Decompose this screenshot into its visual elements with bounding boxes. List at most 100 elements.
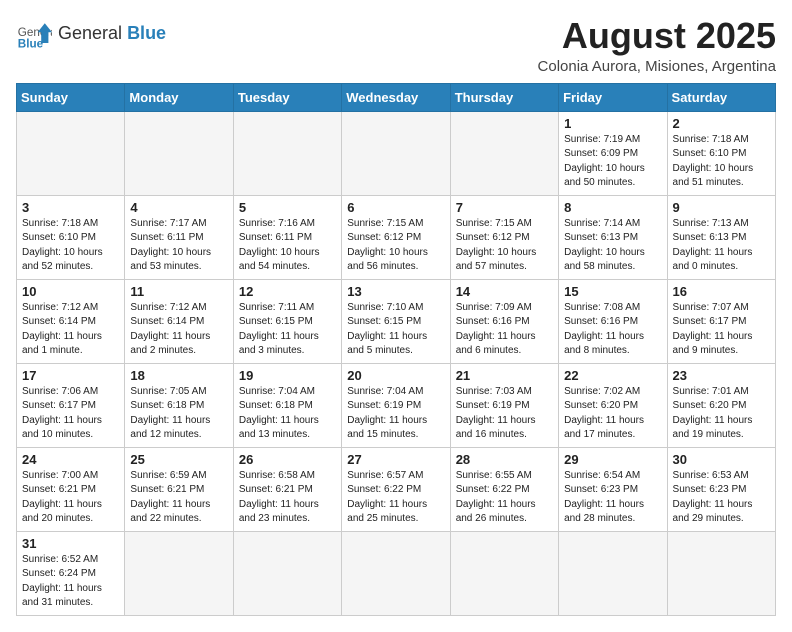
day-number: 28	[456, 452, 553, 467]
calendar-cell: 20 Sunrise: 7:04 AM Sunset: 6:19 PM Dayli…	[342, 363, 450, 447]
day-info: Sunrise: 7:00 AM Sunset: 6:21 PM Dayligh…	[22, 469, 119, 527]
logo-icon: General Blue	[16, 16, 52, 52]
svg-text:Blue: Blue	[18, 38, 44, 51]
day-number: 2	[673, 116, 770, 131]
day-info: Sunrise: 7:05 AM Sunset: 6:18 PM Dayligh…	[130, 385, 227, 443]
day-number: 26	[239, 452, 336, 467]
calendar-cell: 11Sunrise: 7:12 AM Sunset: 6:14 PM Dayli…	[125, 279, 233, 363]
day-info: Sunrise: 7:17 AM Sunset: 6:11 PM Dayligh…	[130, 217, 227, 275]
calendar-cell: 28 Sunrise: 6:55 AM Sunset: 6:22 PM Dayli…	[450, 447, 558, 531]
calendar-cell: 2 Sunrise: 7:18 AM Sunset: 6:10 PM Daylig…	[667, 111, 775, 195]
day-info: Sunrise: 7:18 AM Sunset: 6:10 PM Dayligh…	[22, 217, 119, 275]
day-info: Sunrise: 7:16 AM Sunset: 6:11 PM Dayligh…	[239, 217, 336, 275]
dow-header-sunday: Sunday	[17, 83, 125, 111]
dow-header-friday: Friday	[559, 83, 667, 111]
calendar-cell: 31 Sunrise: 6:52 AM Sunset: 6:24 PM Dayli…	[17, 531, 125, 615]
day-number: 30	[673, 452, 770, 467]
title-section: August 2025 Colonia Aurora, Misiones, Ar…	[538, 16, 776, 75]
day-number: 23	[673, 368, 770, 383]
day-info: Sunrise: 7:10 AM Sunset: 6:15 PM Dayligh…	[347, 301, 444, 359]
calendar-cell: 18 Sunrise: 7:05 AM Sunset: 6:18 PM Dayli…	[125, 363, 233, 447]
calendar-cell	[667, 531, 775, 615]
day-number: 3	[22, 200, 119, 215]
day-number: 20	[347, 368, 444, 383]
header: General Blue General Blue August 2025 Co…	[16, 16, 776, 75]
dow-header-thursday: Thursday	[450, 83, 558, 111]
calendar-cell	[233, 531, 341, 615]
day-info: Sunrise: 6:52 AM Sunset: 6:24 PM Dayligh…	[22, 553, 119, 611]
location-title: Colonia Aurora, Misiones, Argentina	[538, 58, 776, 75]
calendar-cell	[450, 531, 558, 615]
day-number: 22	[564, 368, 661, 383]
calendar-cell	[559, 531, 667, 615]
calendar-cell	[125, 531, 233, 615]
day-number: 8	[564, 200, 661, 215]
day-info: Sunrise: 6:53 AM Sunset: 6:23 PM Dayligh…	[673, 469, 770, 527]
calendar-cell: 15 Sunrise: 7:08 AM Sunset: 6:16 PM Dayli…	[559, 279, 667, 363]
week-row-4: 24 Sunrise: 7:00 AM Sunset: 6:21 PM Dayli…	[17, 447, 776, 531]
dow-header-wednesday: Wednesday	[342, 83, 450, 111]
calendar-cell: 17Sunrise: 7:06 AM Sunset: 6:17 PM Dayli…	[17, 363, 125, 447]
calendar-cell: 29Sunrise: 6:54 AM Sunset: 6:23 PM Dayli…	[559, 447, 667, 531]
day-number: 15	[564, 284, 661, 299]
day-info: Sunrise: 7:04 AM Sunset: 6:19 PM Dayligh…	[347, 385, 444, 443]
day-number: 13	[347, 284, 444, 299]
calendar-cell: 9Sunrise: 7:13 AM Sunset: 6:13 PM Daylig…	[667, 195, 775, 279]
logo-blue-text: Blue	[127, 23, 166, 43]
week-row-3: 17Sunrise: 7:06 AM Sunset: 6:17 PM Dayli…	[17, 363, 776, 447]
calendar-cell: 7 Sunrise: 7:15 AM Sunset: 6:12 PM Daylig…	[450, 195, 558, 279]
logo: General Blue General Blue	[16, 16, 166, 52]
calendar-cell: 3 Sunrise: 7:18 AM Sunset: 6:10 PM Daylig…	[17, 195, 125, 279]
day-number: 5	[239, 200, 336, 215]
calendar-cell: 13 Sunrise: 7:10 AM Sunset: 6:15 PM Dayli…	[342, 279, 450, 363]
day-number: 6	[347, 200, 444, 215]
days-of-week-row: SundayMondayTuesdayWednesdayThursdayFrid…	[17, 83, 776, 111]
day-info: Sunrise: 7:08 AM Sunset: 6:16 PM Dayligh…	[564, 301, 661, 359]
day-number: 18	[130, 368, 227, 383]
day-info: Sunrise: 6:55 AM Sunset: 6:22 PM Dayligh…	[456, 469, 553, 527]
calendar-body: 1 Sunrise: 7:19 AM Sunset: 6:09 PM Daylig…	[17, 111, 776, 615]
calendar-cell	[233, 111, 341, 195]
day-number: 4	[130, 200, 227, 215]
day-info: Sunrise: 7:06 AM Sunset: 6:17 PM Dayligh…	[22, 385, 119, 443]
dow-header-saturday: Saturday	[667, 83, 775, 111]
day-info: Sunrise: 7:15 AM Sunset: 6:12 PM Dayligh…	[456, 217, 553, 275]
day-number: 25	[130, 452, 227, 467]
calendar-cell: 1 Sunrise: 7:19 AM Sunset: 6:09 PM Daylig…	[559, 111, 667, 195]
calendar-cell	[450, 111, 558, 195]
calendar-cell: 26Sunrise: 6:58 AM Sunset: 6:21 PM Dayli…	[233, 447, 341, 531]
calendar: SundayMondayTuesdayWednesdayThursdayFrid…	[16, 83, 776, 616]
day-number: 27	[347, 452, 444, 467]
day-info: Sunrise: 7:12 AM Sunset: 6:14 PM Dayligh…	[130, 301, 227, 359]
calendar-cell: 5 Sunrise: 7:16 AM Sunset: 6:11 PM Daylig…	[233, 195, 341, 279]
day-info: Sunrise: 7:12 AM Sunset: 6:14 PM Dayligh…	[22, 301, 119, 359]
day-number: 12	[239, 284, 336, 299]
calendar-cell: 8Sunrise: 7:14 AM Sunset: 6:13 PM Daylig…	[559, 195, 667, 279]
day-info: Sunrise: 7:01 AM Sunset: 6:20 PM Dayligh…	[673, 385, 770, 443]
week-row-0: 1 Sunrise: 7:19 AM Sunset: 6:09 PM Daylig…	[17, 111, 776, 195]
week-row-5: 31 Sunrise: 6:52 AM Sunset: 6:24 PM Dayli…	[17, 531, 776, 615]
week-row-1: 3 Sunrise: 7:18 AM Sunset: 6:10 PM Daylig…	[17, 195, 776, 279]
day-number: 1	[564, 116, 661, 131]
calendar-cell: 10 Sunrise: 7:12 AM Sunset: 6:14 PM Dayli…	[17, 279, 125, 363]
day-number: 7	[456, 200, 553, 215]
day-info: Sunrise: 7:07 AM Sunset: 6:17 PM Dayligh…	[673, 301, 770, 359]
day-info: Sunrise: 7:18 AM Sunset: 6:10 PM Dayligh…	[673, 133, 770, 191]
calendar-cell: 12Sunrise: 7:11 AM Sunset: 6:15 PM Dayli…	[233, 279, 341, 363]
calendar-cell: 4 Sunrise: 7:17 AM Sunset: 6:11 PM Daylig…	[125, 195, 233, 279]
dow-header-monday: Monday	[125, 83, 233, 111]
day-info: Sunrise: 7:19 AM Sunset: 6:09 PM Dayligh…	[564, 133, 661, 191]
calendar-cell: 22Sunrise: 7:02 AM Sunset: 6:20 PM Dayli…	[559, 363, 667, 447]
logo-general-text: General	[58, 23, 122, 43]
day-number: 31	[22, 536, 119, 551]
day-number: 14	[456, 284, 553, 299]
calendar-cell: 27 Sunrise: 6:57 AM Sunset: 6:22 PM Dayli…	[342, 447, 450, 531]
week-row-2: 10 Sunrise: 7:12 AM Sunset: 6:14 PM Dayli…	[17, 279, 776, 363]
day-info: Sunrise: 6:57 AM Sunset: 6:22 PM Dayligh…	[347, 469, 444, 527]
day-number: 10	[22, 284, 119, 299]
day-number: 19	[239, 368, 336, 383]
day-number: 29	[564, 452, 661, 467]
calendar-cell: 25Sunrise: 6:59 AM Sunset: 6:21 PM Dayli…	[125, 447, 233, 531]
day-info: Sunrise: 7:09 AM Sunset: 6:16 PM Dayligh…	[456, 301, 553, 359]
day-number: 24	[22, 452, 119, 467]
